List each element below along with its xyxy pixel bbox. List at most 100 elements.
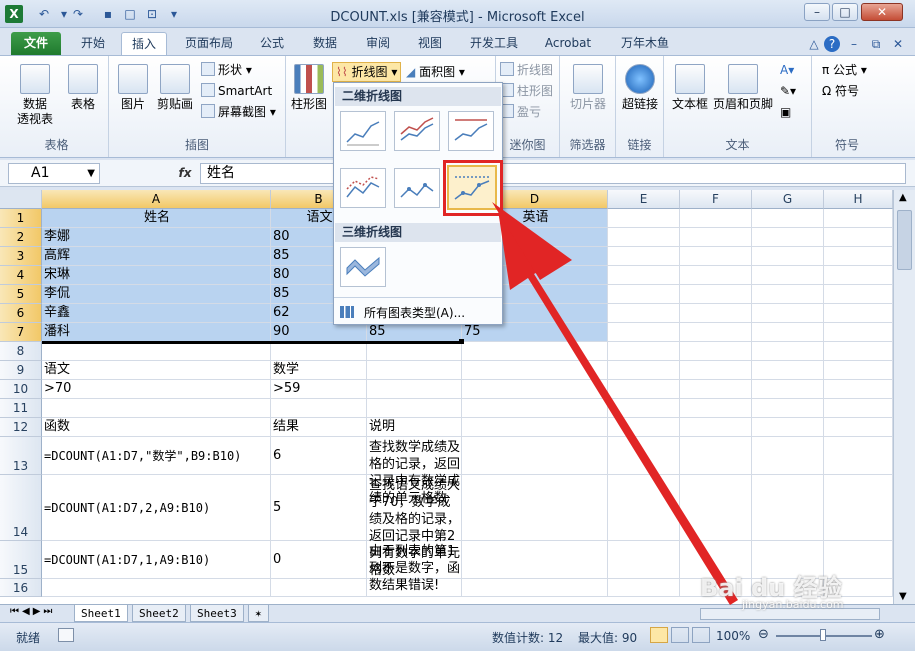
sheet-tab-1[interactable]: Sheet1 <box>74 605 128 622</box>
row-header-6[interactable]: 6 <box>0 304 42 323</box>
cell-A2[interactable]: 李娜 <box>42 228 271 247</box>
tab-formulas[interactable]: 公式 <box>252 32 292 55</box>
symbol-button[interactable]: Ω 符号 <box>822 81 859 101</box>
cell-H5[interactable] <box>824 285 893 304</box>
minimize-ribbon-icon[interactable]: △ <box>806 36 822 52</box>
cell-A15[interactable]: =DCOUNT(A1:D7,1,A9:B10) <box>42 541 271 579</box>
stacked-line-chart-thumb[interactable] <box>394 111 440 151</box>
sparkline-column-button[interactable]: 柱形图 <box>500 81 553 101</box>
cell-B7[interactable]: 90 <box>271 323 367 342</box>
row-header-9[interactable]: 9 <box>0 361 42 380</box>
pivot-table-button[interactable]: 数据 透视表 <box>10 64 60 127</box>
cell-A5[interactable]: 李侃 <box>42 285 271 304</box>
insert-sheet-icon[interactable]: ✶ <box>248 605 269 622</box>
doc-close-icon[interactable]: ✕ <box>890 36 906 52</box>
wordart-icon[interactable]: A▾ <box>780 60 794 80</box>
select-all-corner[interactable] <box>0 190 42 209</box>
cell-H14[interactable] <box>824 475 893 541</box>
row-header-12[interactable]: 12 <box>0 418 42 437</box>
page-layout-view-icon[interactable] <box>671 627 689 643</box>
doc-minimize-icon[interactable]: – <box>846 36 862 52</box>
all-chart-types-item[interactable]: 所有图表类型(A)... <box>340 303 498 323</box>
hyperlink-button[interactable]: 超链接 <box>618 64 662 112</box>
sparkline-winloss-button[interactable]: 盈亏 <box>500 102 541 122</box>
row-header-13[interactable]: 13 <box>0 437 42 475</box>
zoom-level[interactable]: 100% <box>716 629 750 643</box>
cell-C16[interactable] <box>367 579 462 597</box>
screenshot-button[interactable]: 屏幕截图 ▾ <box>201 102 276 122</box>
row-header-8[interactable]: 8 <box>0 342 42 361</box>
cell-C12[interactable]: 说明 <box>367 418 462 437</box>
help-icon[interactable]: ? <box>824 36 840 52</box>
cell-H2[interactable] <box>824 228 893 247</box>
zoom-slider-thumb[interactable] <box>820 629 826 641</box>
tab-acrobat[interactable]: Acrobat <box>538 32 598 55</box>
area-chart-button[interactable]: ◢ 面积图 ▾ <box>406 62 465 82</box>
cell-B16[interactable] <box>271 579 367 597</box>
row-header-1[interactable]: 1 <box>0 209 42 228</box>
cell-A16[interactable] <box>42 579 271 597</box>
normal-view-icon[interactable] <box>650 627 668 643</box>
insert-function-icon[interactable]: fx <box>170 163 200 184</box>
cell-H7[interactable] <box>824 323 893 342</box>
textbox-button[interactable]: 文本框 <box>668 64 712 112</box>
cell-H1[interactable] <box>824 209 893 228</box>
row-header-14[interactable]: 14 <box>0 475 42 541</box>
cell-B12[interactable]: 结果 <box>271 418 367 437</box>
row-header-5[interactable]: 5 <box>0 285 42 304</box>
cell-C8[interactable] <box>367 342 462 361</box>
cell-A4[interactable]: 宋琳 <box>42 266 271 285</box>
cell-C9[interactable] <box>367 361 462 380</box>
cell-C11[interactable] <box>367 399 462 418</box>
percent-stacked-line-thumb[interactable] <box>448 111 494 151</box>
cell-C13[interactable]: 查找数学成绩及格的记录，返回记录中有数学成绩的单元格数 <box>367 437 462 506</box>
cell-B15[interactable]: 0 <box>271 541 367 579</box>
3d-line-chart-thumb[interactable] <box>340 247 386 287</box>
shapes-button[interactable]: 形状 ▾ <box>201 60 252 80</box>
cell-H11[interactable] <box>824 399 893 418</box>
signature-icon[interactable]: ✎▾ <box>780 81 796 101</box>
name-box[interactable]: A1 ▼ <box>8 163 100 184</box>
sheet-tab-2[interactable]: Sheet2 <box>132 605 186 622</box>
cell-C14[interactable]: 查找语文成绩大于70，数学成绩及格的记录，返回记录中第2列有数字的单元格数 <box>367 475 462 578</box>
column-header-H[interactable]: H <box>824 190 893 209</box>
cell-H6[interactable] <box>824 304 893 323</box>
cell-B10[interactable]: >59 <box>271 380 367 399</box>
zoom-out-icon[interactable]: ⊖ <box>758 627 769 642</box>
cell-C10[interactable] <box>367 380 462 399</box>
row-header-11[interactable]: 11 <box>0 399 42 418</box>
picture-button[interactable]: 图片 <box>113 64 153 112</box>
cell-H13[interactable] <box>824 437 893 475</box>
close-button[interactable]: ✕ <box>861 3 903 21</box>
row-header-3[interactable]: 3 <box>0 247 42 266</box>
cell-H4[interactable] <box>824 266 893 285</box>
smartart-button[interactable]: SmartArt <box>201 81 272 101</box>
tab-review[interactable]: 审阅 <box>358 32 398 55</box>
cell-B14[interactable]: 5 <box>271 475 367 541</box>
cell-H3[interactable] <box>824 247 893 266</box>
cell-A3[interactable]: 高辉 <box>42 247 271 266</box>
cell-A1[interactable]: 姓名 <box>42 209 271 228</box>
tab-home[interactable]: 开始 <box>70 32 116 55</box>
equation-button[interactable]: π 公式 ▾ <box>822 60 867 80</box>
tab-page-layout[interactable]: 页面布局 <box>176 32 242 55</box>
row-header-15[interactable]: 15 <box>0 541 42 579</box>
cell-B11[interactable] <box>271 399 367 418</box>
tab-file[interactable]: 文件 <box>11 32 61 55</box>
tab-insert[interactable]: 插入 <box>121 32 167 55</box>
sheet-tab-3[interactable]: Sheet3 <box>190 605 244 622</box>
column-header-A[interactable]: A <box>42 190 271 209</box>
cell-B8[interactable] <box>271 342 367 361</box>
tab-developer[interactable]: 开发工具 <box>462 32 526 55</box>
slicer-button[interactable]: 切片器 <box>564 64 612 112</box>
cell-A14[interactable]: =DCOUNT(A1:D7,2,A9:B10) <box>42 475 271 541</box>
cell-A12[interactable]: 函数 <box>42 418 271 437</box>
tab-view[interactable]: 视图 <box>410 32 450 55</box>
table-button[interactable]: 表格 <box>63 64 103 112</box>
scroll-up-icon[interactable]: ▲ <box>899 192 907 203</box>
page-break-view-icon[interactable] <box>692 627 710 643</box>
cell-A7[interactable]: 潘科 <box>42 323 271 342</box>
line-markers-chart-thumb[interactable] <box>340 168 386 208</box>
cell-B9[interactable]: 数学 <box>271 361 367 380</box>
cell-A9[interactable]: 语文 <box>42 361 271 380</box>
